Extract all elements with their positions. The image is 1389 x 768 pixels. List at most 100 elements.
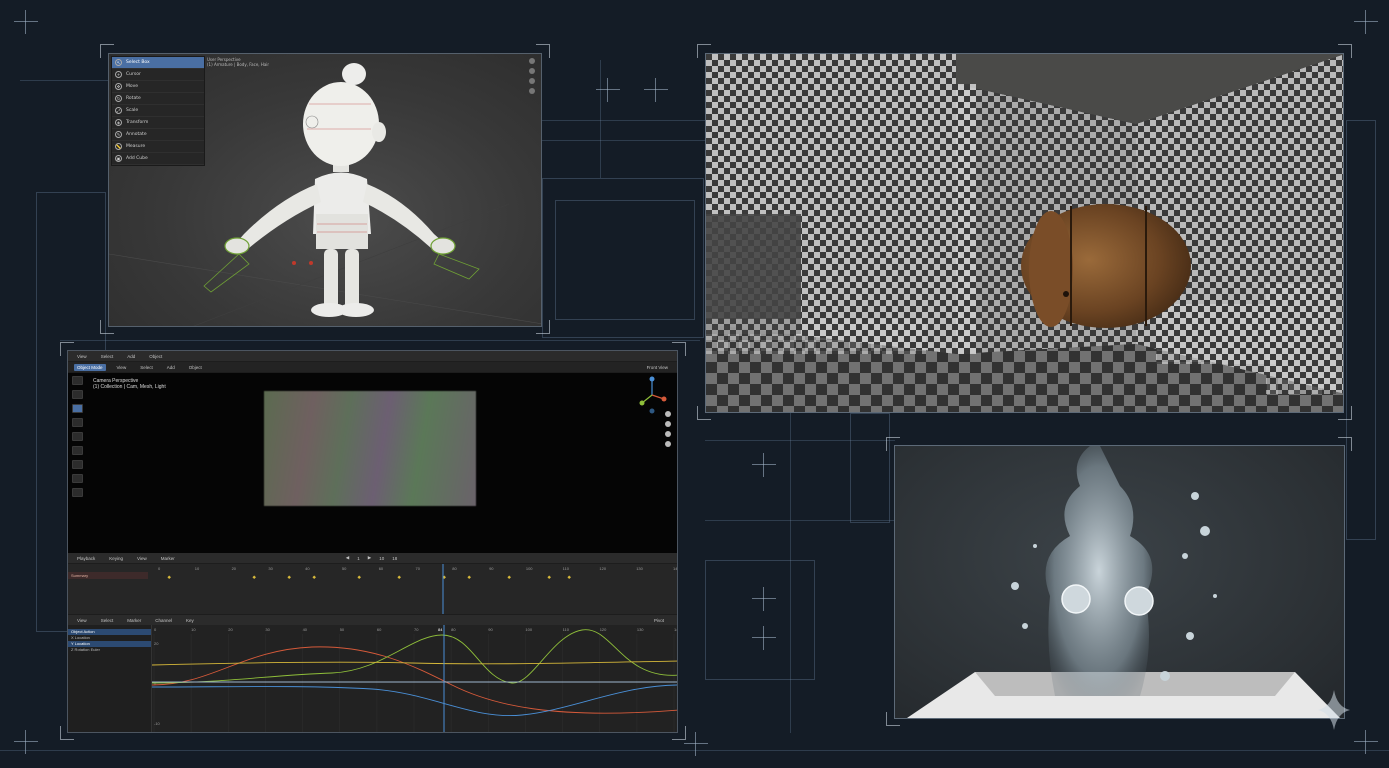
tool-menu: ↖ Select Box + Cursor ✥ Move ↻ Rotate ⤢ Scale… [111, 56, 205, 166]
keyframe-marker[interactable] [357, 575, 361, 580]
menu-item-move[interactable]: ✥ Move [112, 81, 204, 93]
camera-icon[interactable] [529, 78, 535, 84]
annotate-tool-icon[interactable] [72, 460, 83, 469]
crosshair-mark [1354, 10, 1378, 34]
keyframe-marker[interactable] [397, 575, 401, 580]
graph-ruler-label: 30 [265, 627, 270, 632]
blueprint-frame [555, 200, 695, 320]
rotate-tool-icon[interactable] [72, 418, 83, 427]
move-tool-icon[interactable] [72, 404, 83, 413]
dopesheet-ruler-label: 70 [416, 566, 421, 571]
rotate-icon: ↻ [115, 95, 122, 102]
menu-item-add-cube[interactable]: ▣ Add Cube [112, 153, 204, 165]
graph-select[interactable]: Select [98, 617, 117, 624]
scale-tool-icon[interactable] [72, 432, 83, 441]
menu-item-rotate[interactable]: ↻ Rotate [112, 93, 204, 105]
keyframe-marker[interactable] [507, 575, 511, 580]
checker-room-render [706, 54, 1343, 412]
axis-gizmo[interactable] [637, 375, 667, 417]
measure-tool-icon[interactable] [72, 474, 83, 483]
timeline-keying[interactable]: Keying [106, 555, 126, 562]
play-icon[interactable]: ▶ [368, 555, 371, 561]
menu-object[interactable]: Object [146, 353, 165, 360]
timeline-marker[interactable]: Marker [158, 555, 178, 562]
header-object[interactable]: Object [186, 364, 205, 371]
zoom-icon[interactable] [529, 58, 535, 64]
crosshair-mark [752, 626, 776, 650]
header-add[interactable]: Add [164, 364, 178, 371]
crosshair-mark [752, 453, 776, 477]
play-reverse-icon[interactable]: ◀ [346, 555, 349, 561]
curve-blue[interactable] [152, 684, 678, 717]
current-frame-label: 84 [438, 627, 443, 632]
viewport-overlay-text: Camera Perspective (1) Collection | Cam,… [93, 378, 166, 390]
camera-view-icon[interactable] [665, 431, 671, 437]
ortho-toggle-icon[interactable] [665, 441, 671, 447]
dopesheet-ruler-label: 30 [268, 566, 273, 571]
graph-ruler-label: 50 [340, 627, 345, 632]
graph-ruler-label: 60 [377, 627, 382, 632]
render-preview-thumbnail [264, 391, 476, 506]
menu-add[interactable]: Add [124, 353, 138, 360]
keyframe-marker[interactable] [252, 575, 256, 580]
graph-ruler-label: 10 [191, 627, 196, 632]
graph-channel[interactable]: Channel [152, 617, 175, 624]
menu-item-measure[interactable]: 📏 Measure [112, 141, 204, 153]
zoom-icon[interactable] [665, 411, 671, 417]
pan-icon[interactable] [529, 68, 535, 74]
graph-key[interactable]: Key [183, 617, 197, 624]
curve-green[interactable] [152, 629, 678, 684]
graph-editor[interactable]: Object Action X Location Y Location Z Ro… [68, 625, 677, 732]
menu-item-scale[interactable]: ⤢ Scale [112, 105, 204, 117]
graph-ruler-label: 70 [414, 627, 419, 632]
view-label: Front View [646, 364, 668, 370]
scale-icon: ⤢ [115, 107, 122, 114]
dopesheet-ruler-label: 90 [489, 566, 494, 571]
graph-y-label: -10 [154, 721, 161, 726]
graph-ruler-label: 140 [674, 627, 678, 632]
menu-select[interactable]: Select [98, 353, 117, 360]
blueprint-frame [850, 413, 890, 523]
dopesheet-ruler-label: 0 [158, 566, 161, 571]
menu-item-select-box[interactable]: ↖ Select Box [112, 57, 204, 69]
start-frame[interactable]: 1 [357, 556, 360, 561]
graph-channel-item[interactable]: Z Rotation Euler [68, 647, 151, 653]
timeline-view[interactable]: View [134, 555, 150, 562]
current-frame-field[interactable]: 10 [379, 556, 384, 561]
cursor-tool-icon[interactable] [72, 390, 83, 399]
menu-item-cursor[interactable]: + Cursor [112, 69, 204, 81]
keyframe-marker[interactable] [567, 575, 571, 580]
header-select[interactable]: Select [137, 364, 156, 371]
graph-ruler-label: 40 [303, 627, 308, 632]
graph-view[interactable]: View [74, 617, 90, 624]
viewport-navigation-tools [529, 58, 535, 94]
timeline-playback[interactable]: Playback [74, 555, 98, 562]
menu-view[interactable]: View [74, 353, 90, 360]
keyframe-marker[interactable] [167, 575, 171, 580]
pivot-dropdown[interactable]: Pivot [651, 617, 667, 624]
keyframe-marker[interactable] [547, 575, 551, 580]
graph-marker[interactable]: Marker [124, 617, 144, 624]
select-tool-icon[interactable] [72, 376, 83, 385]
menu-item-annotate[interactable]: ✎ Annotate [112, 129, 204, 141]
transform-tool-icon[interactable] [72, 446, 83, 455]
menu-item-transform[interactable]: ◈ Transform [112, 117, 204, 129]
add-tool-icon[interactable] [72, 488, 83, 497]
dopesheet-ruler-label: 80 [452, 566, 457, 571]
curve-yellow[interactable] [152, 660, 678, 666]
keyframe-marker[interactable] [467, 575, 471, 580]
editor-topbar: View Select Add Object [68, 351, 677, 361]
grid-icon[interactable] [529, 88, 535, 94]
hand-icon[interactable] [665, 421, 671, 427]
end-frame[interactable]: 18 [392, 556, 397, 561]
dopesheet[interactable]: Summary 0 10 20 30 40 50 60 70 80 90 100 110 120 130 1… [68, 564, 677, 614]
crosshair-mark [644, 78, 668, 102]
crosshair-mark [1354, 730, 1378, 754]
header-view[interactable]: View [114, 364, 130, 371]
character-viewport-panel[interactable]: ↖ Select Box + Cursor ✥ Move ↻ Rotate ⤢ Scale… [108, 53, 542, 327]
mode-dropdown[interactable]: Object Mode [74, 363, 106, 371]
keyframe-marker[interactable] [287, 575, 291, 580]
keyframe-marker[interactable] [312, 575, 316, 580]
dopesheet-keys: 0 10 20 30 40 50 60 70 80 90 100 110 120 130 140 [158, 564, 677, 614]
graph-ruler-label: 90 [488, 627, 493, 632]
